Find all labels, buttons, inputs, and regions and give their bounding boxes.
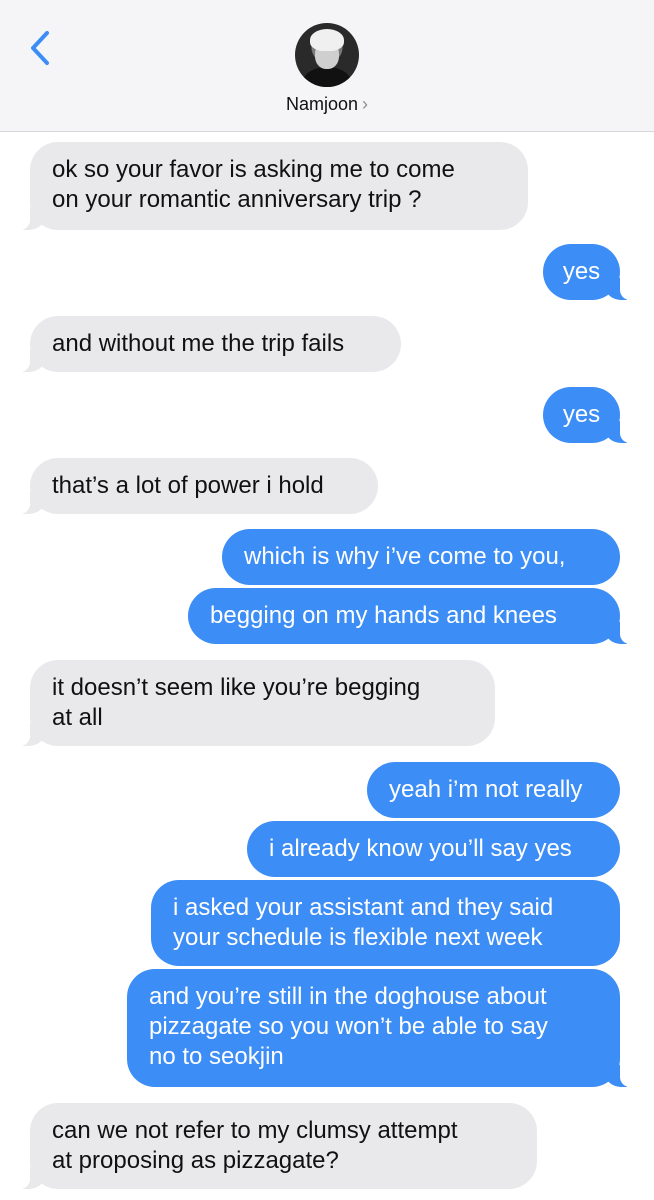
message-bubble-outgoing[interactable]: i asked your assistant and they said you… <box>151 880 620 966</box>
message-bubble-outgoing[interactable]: yes <box>543 244 632 300</box>
message-bubble-outgoing[interactable]: yes <box>543 387 632 443</box>
contact-name-button[interactable]: Namjoon › <box>0 94 654 115</box>
contact-name: Namjoon <box>285 94 359 114</box>
message-text-line: pizzagate so you won’t be able to say <box>149 1013 548 1040</box>
message-text: yeah i’m not really <box>389 776 583 803</box>
message-bubble-incoming[interactable]: it doesn’t seem like you’re begging at a… <box>18 660 495 746</box>
chevron-right-icon: › <box>362 94 369 114</box>
message-text: yes <box>562 258 601 285</box>
message-bubble-incoming[interactable]: ok so your favor is asking me to come on… <box>30 142 528 230</box>
back-button[interactable] <box>20 28 60 68</box>
message-bubble-outgoing[interactable]: begging on my hands and knees <box>188 588 632 644</box>
avatar[interactable] <box>295 23 359 87</box>
message-text-line: at all <box>52 704 103 731</box>
message-bubble-incoming[interactable]: can we not refer to my clumsy attempt at… <box>18 1103 537 1189</box>
message-text-line: it doesn’t seem like you’re begging <box>52 674 421 701</box>
message-bubble-outgoing[interactable]: and you’re still in the doghouse about p… <box>127 969 632 1087</box>
message-text-line: and you’re still in the doghouse about <box>149 983 547 1010</box>
message-text-line: i asked your assistant and they said <box>173 894 554 921</box>
message-bubble-outgoing[interactable]: yeah i’m not really <box>367 762 620 818</box>
message-text-line: can we not refer to my clumsy attempt <box>52 1117 458 1144</box>
message-text-line: ok so your favor is asking me to come <box>52 156 455 183</box>
message-text: and without me the trip fails <box>52 330 345 357</box>
message-text-line: no to seokjin <box>149 1043 284 1070</box>
message-text-line: on your romantic anniversary trip ? <box>52 186 422 213</box>
message-text: i already know you’ll say yes <box>269 835 572 862</box>
message-text: that’s a lot of power i hold <box>52 472 324 499</box>
message-text: which is why i’ve come to you, <box>244 543 566 570</box>
message-bubble-incoming[interactable]: and without me the trip fails <box>18 316 401 372</box>
message-text: begging on my hands and knees <box>210 602 557 629</box>
message-bubble-outgoing[interactable]: which is why i’ve come to you, <box>222 529 620 585</box>
conversation-header: Namjoon › <box>0 0 654 132</box>
message-bubble-outgoing[interactable]: i already know you’ll say yes <box>247 821 620 877</box>
message-text: yes <box>562 401 601 428</box>
message-bubble-incoming[interactable]: that’s a lot of power i hold <box>18 458 378 514</box>
message-text-line: at proposing as pizzagate? <box>52 1147 339 1174</box>
chevron-left-icon <box>31 31 49 65</box>
message-text-line: your schedule is flexible next week <box>173 924 543 951</box>
